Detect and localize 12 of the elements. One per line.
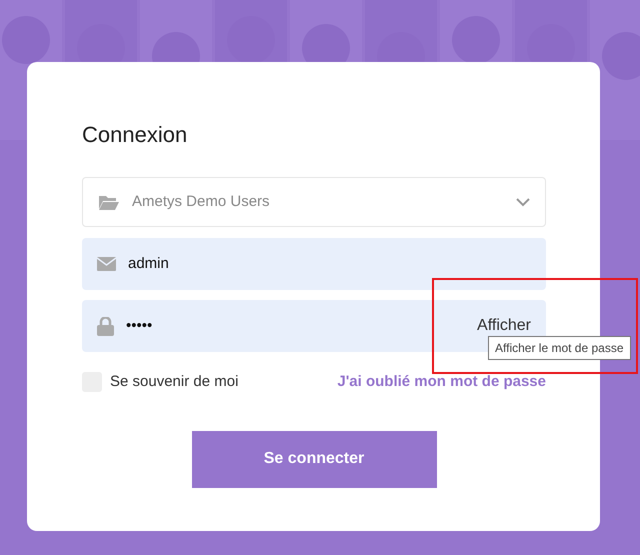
remember-label: Se souvenir de moi [110, 372, 238, 392]
envelope-icon [97, 257, 116, 271]
chevron-down-icon [516, 198, 530, 206]
tooltip: Afficher le mot de passe [488, 336, 631, 360]
folder-icon [98, 194, 120, 210]
lock-icon [97, 316, 114, 336]
show-password-button[interactable]: Afficher [477, 314, 531, 338]
forgot-password-link[interactable]: J'ai oublié mon mot de passe [337, 371, 546, 394]
login-button[interactable]: Se connecter [192, 430, 436, 488]
login-title: Connexion [82, 121, 188, 149]
directory-select[interactable]: Ametys Demo Users [82, 177, 546, 227]
username-field[interactable]: admin [82, 238, 546, 290]
